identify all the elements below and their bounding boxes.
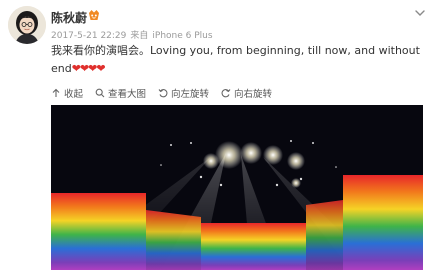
- rotate-left-label: 向左旋转: [171, 89, 210, 100]
- username[interactable]: 陈秋蔚: [51, 9, 87, 26]
- image-toolbar: 收起 查看大图 向左旋转 向右旋转: [51, 86, 284, 100]
- post-timestamp[interactable]: 2017-5-21 22:29: [51, 31, 126, 41]
- post-meta: 2017-5-21 22:29 来自 iPhone 6 Plus: [51, 28, 217, 41]
- avatar-image: [8, 6, 46, 44]
- collapse-label: 收起: [64, 89, 84, 100]
- collapse-button[interactable]: 收起: [51, 86, 83, 100]
- post-photo[interactable]: [51, 105, 423, 270]
- member-badge-icon[interactable]: [87, 9, 101, 22]
- avatar[interactable]: [8, 6, 46, 44]
- chevron-down-icon[interactable]: [414, 7, 426, 19]
- view-large-button[interactable]: 查看大图: [95, 86, 146, 100]
- post-device[interactable]: iPhone 6 Plus: [152, 31, 212, 41]
- post-body: 我来看你的演唱会。Loving you, from beginning, til…: [51, 44, 420, 75]
- rotate-right-label: 向右旋转: [234, 89, 273, 100]
- rotate-right-button[interactable]: 向右旋转: [221, 86, 272, 100]
- heart-emoji: ❤❤❤❤: [71, 62, 106, 75]
- weibo-post-card: 陈秋蔚 2017-5-21 22:29 来自 iPhone 6 Plus 我来看你的…: [0, 0, 436, 270]
- rotate-right-icon: [221, 89, 231, 98]
- rotate-left-button[interactable]: 向左旋转: [158, 86, 209, 100]
- arrow-up-icon: [52, 88, 60, 97]
- search-icon: [95, 88, 105, 98]
- rotate-left-icon: [158, 89, 168, 98]
- view-large-label: 查看大图: [108, 89, 147, 100]
- concert-photo: [51, 105, 423, 270]
- source-prefix: 来自: [130, 31, 149, 41]
- post-text: 我来看你的演唱会。Loving you, from beginning, til…: [51, 42, 423, 78]
